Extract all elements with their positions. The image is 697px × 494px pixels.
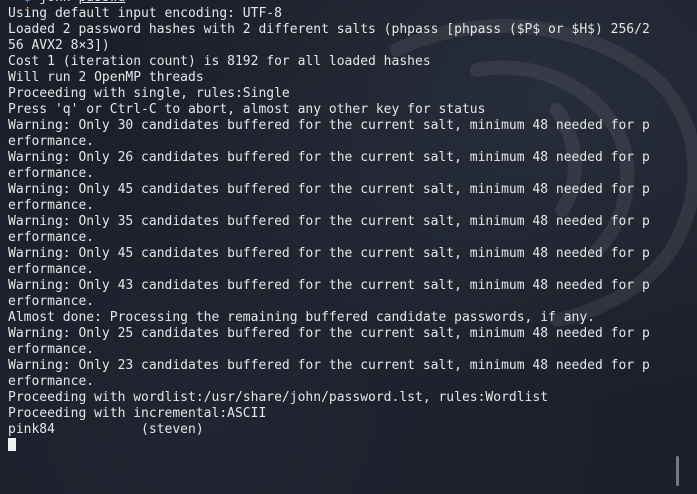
input-line[interactable] [8,438,678,454]
output-line: Proceeding with single, rules:Single [8,86,290,101]
output-line: Using default input encoding: UTF-8 [8,6,282,21]
output-line: erformance. [8,230,95,245]
terminal-window[interactable]: └─$ john passwd Using default input enco… [0,0,697,494]
output-line: Warning: Only 35 candidates buffered for… [8,214,650,229]
output-line: Warning: Only 23 candidates buffered for… [8,358,650,373]
output-line: Warning: Only 43 candidates buffered for… [8,278,650,293]
output-line: erformance. [8,198,95,213]
output-line: erformance. [8,342,95,357]
command-argument[interactable]: passwd [78,0,125,5]
output-line: erformance. [8,374,95,389]
output-line: Warning: Only 45 candidates buffered for… [8,246,650,261]
output-line: erformance. [8,134,95,149]
output-line: erformance. [8,262,95,277]
output-line: Warning: Only 25 candidates buffered for… [8,326,650,341]
output-line: Warning: Only 45 candidates buffered for… [8,182,650,197]
output-line: Warning: Only 30 candidates buffered for… [8,118,650,133]
output-line: erformance. [8,166,95,181]
output-line: Will run 2 OpenMP threads [8,70,204,85]
prompt-dollar: $ [24,0,32,5]
output-line: erformance. [8,294,95,309]
cracked-password-line: pink84 (steven) [8,422,204,437]
output-line: Proceeding with wordlist:/usr/share/john… [8,390,549,405]
output-line: Proceeding with incremental:ASCII [8,406,267,421]
scrollbar-thumb[interactable] [676,456,679,486]
output-line: Warning: Only 26 candidates buffered for… [8,150,650,165]
prompt-corner: └─ [8,0,24,5]
command-name: john [39,0,70,5]
output-line: Press 'q' or Ctrl-C to abort, almost any… [8,102,486,117]
output-line: 56 AVX2 8×3]) [8,38,110,53]
text-cursor[interactable] [8,438,16,451]
output-line: Cost 1 (iteration count) is 8192 for all… [8,54,431,69]
terminal-output: └─$ john passwd Using default input enco… [8,0,678,454]
output-line: Almost done: Processing the remaining bu… [8,310,595,325]
output-line: Loaded 2 password hashes with 2 differen… [8,22,650,37]
